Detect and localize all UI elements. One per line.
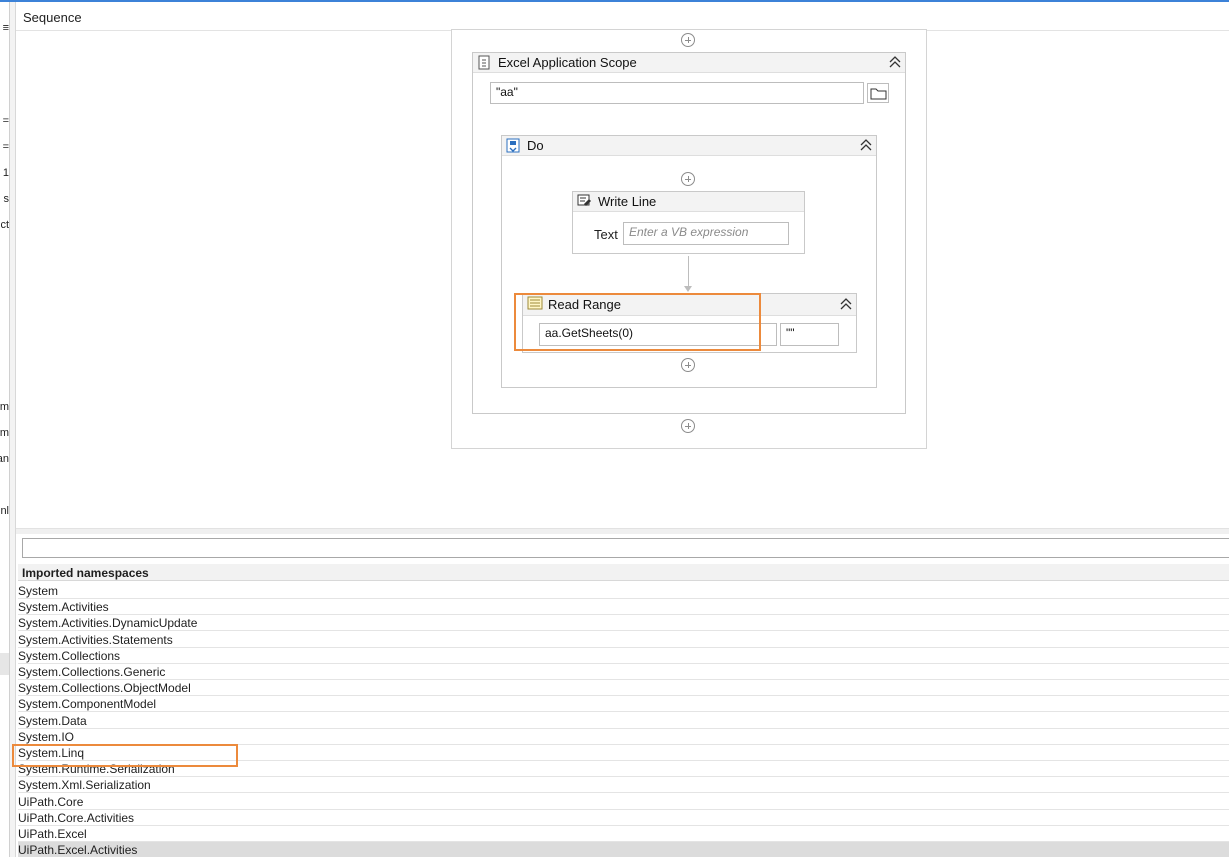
namespace-row[interactable]: System.Activities.Statements bbox=[18, 632, 1229, 648]
write-line-activity[interactable]: Write Line Text Enter a VB expression bbox=[572, 191, 805, 254]
namespace-row[interactable]: System.Collections.Generic bbox=[18, 664, 1229, 680]
designer-window: ≡ = = 1 s ct m m an nl Sequence bbox=[0, 0, 1229, 857]
panel-fragment: nl bbox=[0, 505, 9, 517]
properties-panel-edge: ≡ = = 1 s ct m m an nl bbox=[0, 2, 10, 857]
excel-scope-icon bbox=[477, 55, 491, 70]
text-field-label: Text bbox=[594, 227, 618, 242]
namespace-row[interactable]: System.Data bbox=[18, 713, 1229, 729]
write-line-title: Write Line bbox=[598, 194, 657, 209]
write-line-icon bbox=[577, 194, 591, 209]
imports-panel: Imported namespaces System System.Activit… bbox=[12, 534, 1229, 857]
text-expression-input[interactable]: Enter a VB expression bbox=[623, 222, 789, 245]
folder-icon bbox=[870, 87, 887, 103]
do-sequence-icon bbox=[506, 138, 520, 153]
write-line-header[interactable]: Write Line bbox=[573, 192, 804, 212]
panel-fragment: 1 bbox=[2, 167, 9, 179]
workbook-path-input[interactable]: "aa" bbox=[490, 82, 864, 104]
panel-fragment: m bbox=[0, 401, 9, 413]
panel-fragment: = bbox=[2, 115, 9, 127]
text-expression-placeholder: Enter a VB expression bbox=[629, 225, 749, 239]
namespace-row[interactable]: UiPath.Excel.Activities bbox=[18, 842, 1229, 857]
add-activity-icon[interactable] bbox=[681, 419, 695, 433]
do-title: Do bbox=[527, 138, 544, 153]
panel-fragment: = bbox=[2, 141, 9, 153]
collapse-icon[interactable] bbox=[889, 56, 901, 69]
namespace-highlight bbox=[12, 744, 238, 767]
excel-application-scope[interactable]: Excel Application Scope "aa" Do Write Li… bbox=[472, 52, 906, 414]
add-activity-icon[interactable] bbox=[681, 172, 695, 186]
namespace-row[interactable]: UiPath.Core.Activities bbox=[18, 810, 1229, 826]
namespace-search-input[interactable] bbox=[22, 538, 1229, 558]
read-range-highlight bbox=[514, 293, 761, 351]
collapse-icon[interactable] bbox=[860, 139, 872, 152]
breadcrumb-bar: Sequence bbox=[16, 2, 1229, 31]
breadcrumb-sequence[interactable]: Sequence bbox=[23, 10, 82, 25]
namespace-row[interactable]: System.Collections.ObjectModel bbox=[18, 680, 1229, 697]
namespace-row[interactable]: UiPath.Core bbox=[18, 794, 1229, 810]
panel-fragment: an bbox=[0, 453, 9, 465]
namespace-row[interactable]: UiPath.Excel bbox=[18, 826, 1229, 842]
namespace-row[interactable]: System.Activities bbox=[18, 599, 1229, 616]
imported-namespaces-header: Imported namespaces bbox=[18, 564, 1229, 581]
panel-fragment: s bbox=[3, 193, 10, 205]
excel-scope-header[interactable]: Excel Application Scope bbox=[473, 53, 905, 73]
namespace-row[interactable]: System.Activities.DynamicUpdate bbox=[18, 615, 1229, 632]
range-input[interactable]: "" bbox=[780, 323, 839, 346]
panel-scroll-glyph[interactable]: ≡ bbox=[3, 22, 9, 34]
connector-line bbox=[688, 256, 689, 290]
namespace-row[interactable]: System.Collections bbox=[18, 648, 1229, 664]
namespace-row[interactable]: System bbox=[18, 583, 1229, 599]
designer-canvas[interactable]: Excel Application Scope "aa" Do Write Li… bbox=[16, 29, 1229, 528]
do-header[interactable]: Do bbox=[502, 136, 876, 156]
namespace-row[interactable]: System.IO bbox=[18, 729, 1229, 745]
panel-fragment: m bbox=[0, 427, 9, 439]
excel-scope-title: Excel Application Scope bbox=[498, 55, 637, 70]
connector-arrow-icon bbox=[684, 286, 692, 292]
panel-fragment: ct bbox=[0, 219, 9, 231]
collapse-icon[interactable] bbox=[840, 298, 852, 311]
namespace-row[interactable]: System.Xml.Serialization bbox=[18, 777, 1229, 794]
namespace-row[interactable]: System.ComponentModel bbox=[18, 696, 1229, 713]
panel-row-highlight bbox=[0, 653, 9, 675]
browse-folder-button[interactable] bbox=[867, 83, 889, 103]
add-activity-icon[interactable] bbox=[681, 358, 695, 372]
add-activity-icon[interactable] bbox=[681, 33, 695, 47]
